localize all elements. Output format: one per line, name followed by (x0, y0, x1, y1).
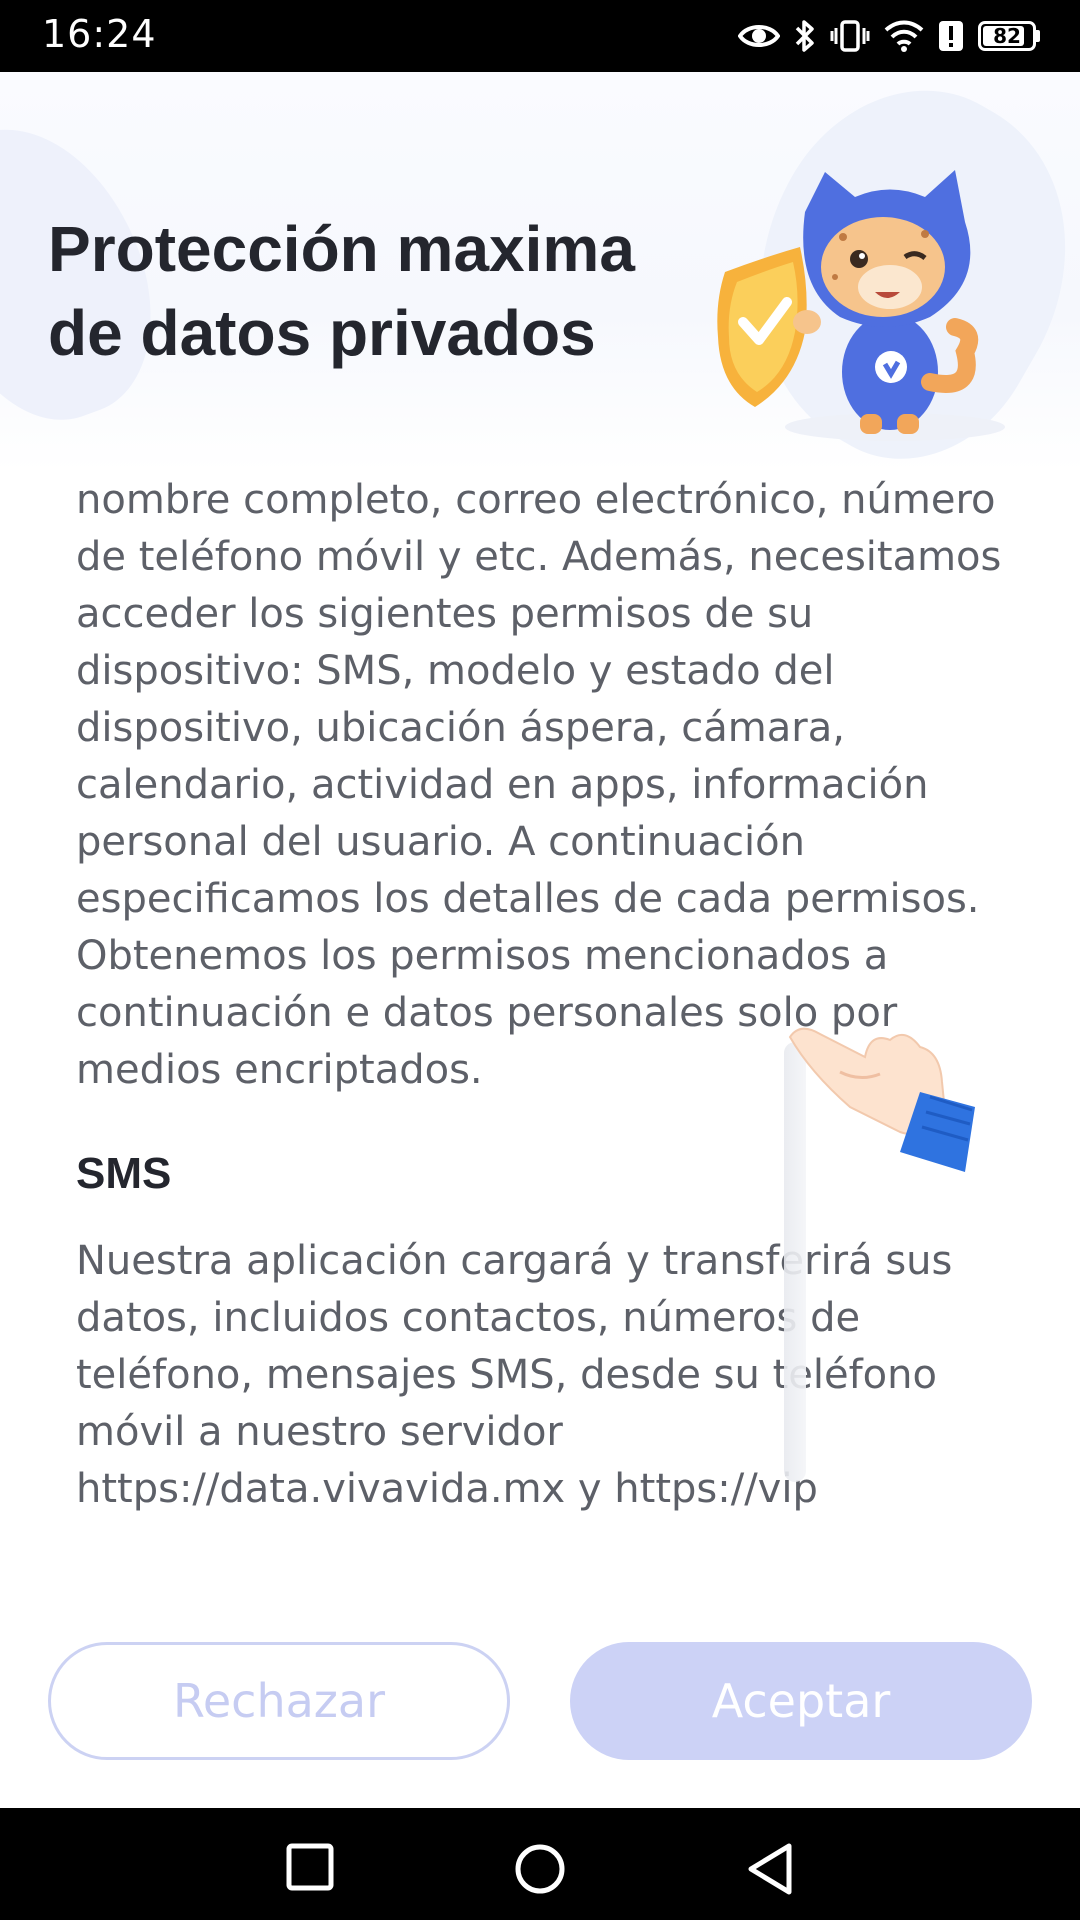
accept-button[interactable]: Aceptar (570, 1642, 1032, 1760)
vibrate-icon (830, 20, 870, 52)
status-bar: 16:24 82 (0, 0, 1080, 72)
sms-section-paragraph: Nuestra aplicación cargará y transferirá… (76, 1238, 953, 1512)
recent-apps-icon[interactable] (285, 1842, 335, 1892)
wifi-icon (884, 20, 924, 52)
privacy-dialog: Protección maxima de datos privados nomb… (0, 72, 1080, 1808)
page-title: Protección maxima de datos privados (48, 207, 688, 375)
back-icon[interactable] (745, 1842, 795, 1896)
home-icon[interactable] (513, 1842, 567, 1896)
mascot-shield-illustration (717, 170, 1005, 441)
pointing-hand-icon (788, 1027, 975, 1172)
battery-level: 82 (993, 24, 1021, 48)
eye-icon (738, 25, 780, 47)
bluetooth-icon (795, 20, 814, 52)
status-icons: 82 (738, 14, 1040, 58)
battery-icon: 82 (978, 21, 1040, 51)
status-time: 16:24 (42, 12, 157, 56)
policy-content[interactable]: nombre completo, correo electrónico, núm… (76, 472, 1016, 1518)
alert-icon (939, 21, 963, 51)
reject-button[interactable]: Rechazar (48, 1642, 510, 1760)
navigation-bar (0, 1808, 1080, 1920)
title-line-1: Protección maxima (48, 213, 635, 285)
title-line-2: de datos privados (48, 297, 596, 369)
policy-intro-paragraph: nombre completo, correo electrónico, núm… (76, 477, 1002, 1093)
